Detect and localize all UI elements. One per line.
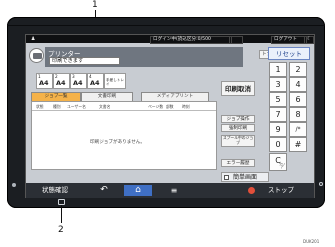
status-check-button[interactable]: 状態確認 <box>29 185 81 196</box>
numeric-keypad: 1 2 3 4 5 6 7 8 9 /* 0 # <box>269 62 313 162</box>
key-9[interactable]: 9 <box>269 122 287 137</box>
tray-size: A4 <box>56 79 66 87</box>
printer-icon <box>33 53 42 59</box>
key-1[interactable]: 1 <box>269 62 287 77</box>
logout-button[interactable]: ログアウト <box>271 36 307 44</box>
key-0[interactable]: 0 <box>269 137 287 152</box>
tray-1[interactable]: 1 A4 <box>36 73 53 89</box>
clear-key-group: C クリア <box>269 153 289 173</box>
tray-3[interactable]: 3 A4 <box>70 73 87 89</box>
spool-jobs-button[interactable]: スプール中のジョブ <box>221 135 255 147</box>
status-bar: ♟ ログイン中(読込区分:0/500 ログアウト ☾ <box>26 35 314 44</box>
tray-size: A4 <box>39 79 49 87</box>
stop-icon[interactable] <box>248 187 255 194</box>
bypass-tray[interactable]: 手差しトレイ <box>104 73 126 89</box>
key-3[interactable]: 3 <box>269 77 287 92</box>
key-slash-star[interactable]: /* <box>289 122 307 137</box>
empty-list-message: 印刷ジョブがありません。 <box>90 140 145 145</box>
back-icon[interactable]: ↶ <box>94 185 114 196</box>
menu-icon[interactable]: ≡ <box>162 185 186 196</box>
simple-screen-label: 簡単画面 <box>233 174 258 181</box>
tray-2[interactable]: 2 A4 <box>53 73 70 89</box>
user-icon: ♟ <box>31 36 36 42</box>
login-status: ログイン中(読込区分:0/500 <box>150 36 232 44</box>
key-2[interactable]: 2 <box>289 62 307 77</box>
error-history-button[interactable]: エラー履歴 <box>221 159 255 167</box>
bypass-tray-label: 手差しトレイ <box>106 78 124 86</box>
key-7[interactable]: 7 <box>269 107 287 122</box>
printer-app-icon <box>29 48 44 63</box>
moon-icon[interactable]: ☾ <box>304 36 314 44</box>
key-5[interactable]: 5 <box>269 92 287 107</box>
key-8[interactable]: 8 <box>289 107 307 122</box>
clear-key[interactable]: C クリア <box>269 153 287 171</box>
cancel-print-button[interactable]: 印刷取消 <box>221 81 255 96</box>
paper-tray-row: 1 A4 2 A4 3 A4 4 A4 手差しトレイ <box>36 73 136 89</box>
callout-leader-2 <box>61 205 62 223</box>
ready-status: 印刷できます <box>49 57 120 65</box>
home-icon[interactable]: ⌂ <box>124 185 152 196</box>
job-tabs: ジョブ一覧 文書印刷 メディアプリント <box>31 92 217 102</box>
touch-screen[interactable]: ♟ ログイン中(読込区分:0/500 ログアウト ☾ プリンター 印刷できます … <box>25 34 315 198</box>
job-list: 状態 種別 ユーザー名 文書名 ページ数 部数 時刻 印刷ジョブがありません。 <box>31 101 217 170</box>
callout-number-2: 2 <box>58 225 64 235</box>
callout-number-1: 1 <box>92 0 98 10</box>
simple-screen-toggle[interactable]: 簡単画面 <box>221 172 269 182</box>
right-indicator-ring <box>319 182 323 186</box>
status-small-box <box>229 36 243 44</box>
key-6[interactable]: 6 <box>289 92 307 107</box>
panel-top-edge <box>7 25 325 26</box>
forced-print-button[interactable]: 強制印刷 <box>221 124 255 132</box>
tray-size: A4 <box>73 79 83 87</box>
checkbox-icon <box>224 175 229 180</box>
key-4[interactable]: 4 <box>289 77 307 92</box>
figure-code: DUK201 <box>303 239 320 244</box>
job-operations-button[interactable]: ジョブ操作 <box>221 115 255 123</box>
left-indicator-light <box>12 183 16 187</box>
stop-button[interactable]: ストップ <box>258 185 304 196</box>
tray-4[interactable]: 4 A4 <box>87 73 104 89</box>
key-hash[interactable]: # <box>289 137 307 152</box>
tray-size: A4 <box>90 79 100 87</box>
reset-button[interactable]: リセット <box>268 47 310 60</box>
bottom-nav-bar: 状態確認 ↶ ⌂ ≡ ストップ <box>26 183 314 198</box>
list-divider <box>32 110 216 111</box>
spool-jobs-label: スプール中のジョブ <box>222 135 254 145</box>
clear-key-sub: クリア <box>278 162 285 169</box>
